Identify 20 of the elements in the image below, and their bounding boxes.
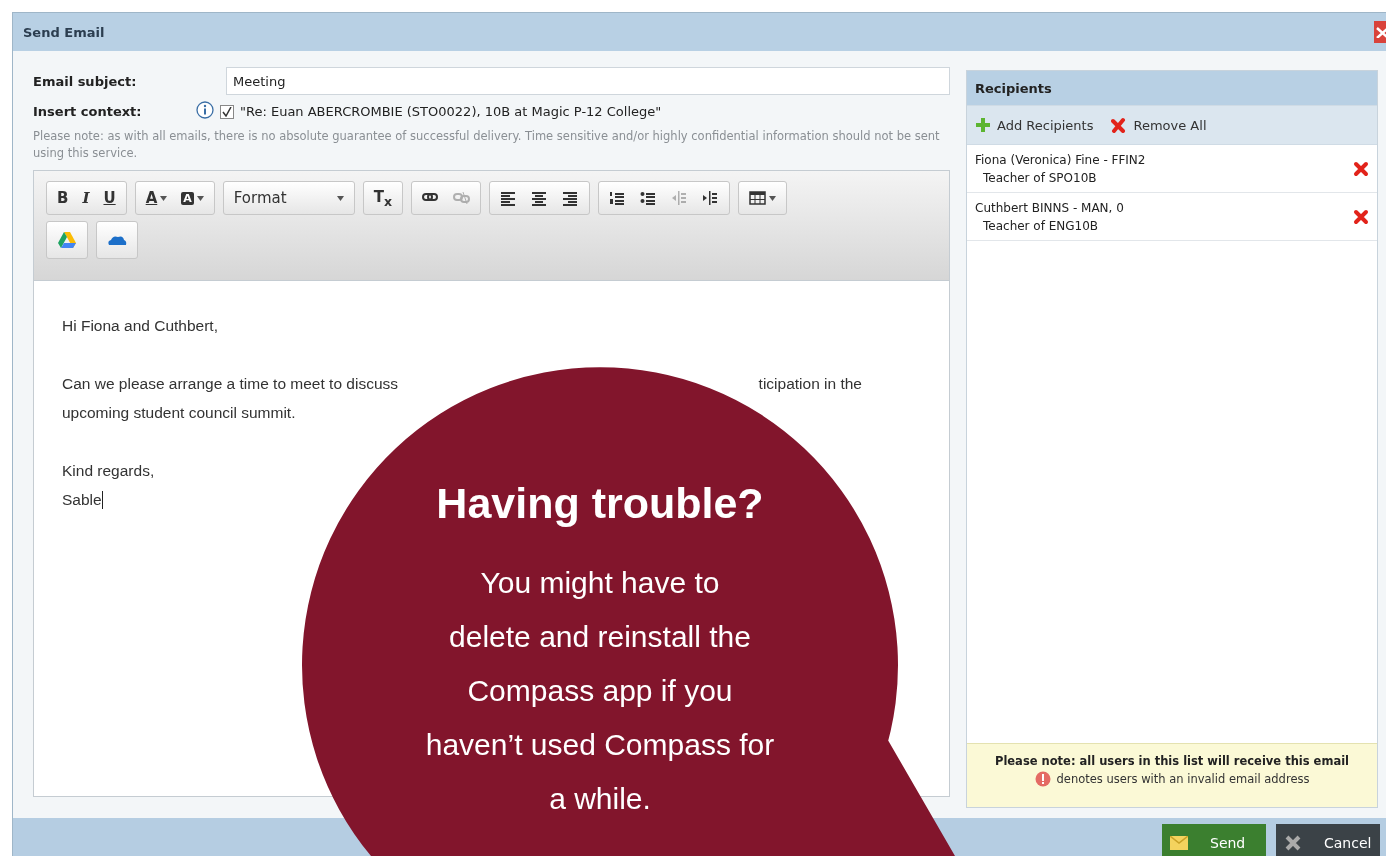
- email-text: Hi Fiona and Cuthbert,: [62, 316, 218, 336]
- subject-label: Email subject:: [33, 73, 138, 89]
- bubble-text: You might have to delete and reinstall the Compass app if you haven’t used Compass for a while.: [424, 565, 776, 817]
- window-title: Send Email: [23, 24, 105, 40]
- recipient-name: Fiona (Veronica) Fine - FFIN2: [975, 151, 1146, 169]
- delivery-note: Please note: as with all emails, there is no absolute guarantee of successful delivery. Time sensitive and/or highly confidential information should not be sent using this service.: [33, 128, 941, 162]
- email-text: Kind regards,: [62, 461, 155, 481]
- email-text: ticipation in the: [758, 374, 862, 394]
- bubble-title: Having trouble?: [435, 478, 765, 529]
- panel-header: Recipients: [967, 71, 1377, 105]
- context-text: "Re: Euan ABERCROMBIE (STO0022), 10B at Magic P-12 College": [240, 104, 662, 119]
- legend-text: denotes users with an invalid email address: [1056, 771, 1310, 788]
- recipient-role: Teacher of SPO10B: [982, 169, 1098, 187]
- email-text: Can we please arrange a time to meet to discuss: [62, 374, 398, 394]
- context-label: Insert context:: [33, 104, 143, 119]
- recipient-name: Cuthbert BINNS - MAN, 0: [975, 199, 1124, 217]
- email-text: upcoming student council summit.: [62, 403, 296, 423]
- recipient-note: Please note: all users in this list will receive this email: [994, 753, 1350, 770]
- recipient-role: Teacher of ENG10B: [982, 217, 1100, 235]
- email-text: Sable: [62, 490, 102, 510]
